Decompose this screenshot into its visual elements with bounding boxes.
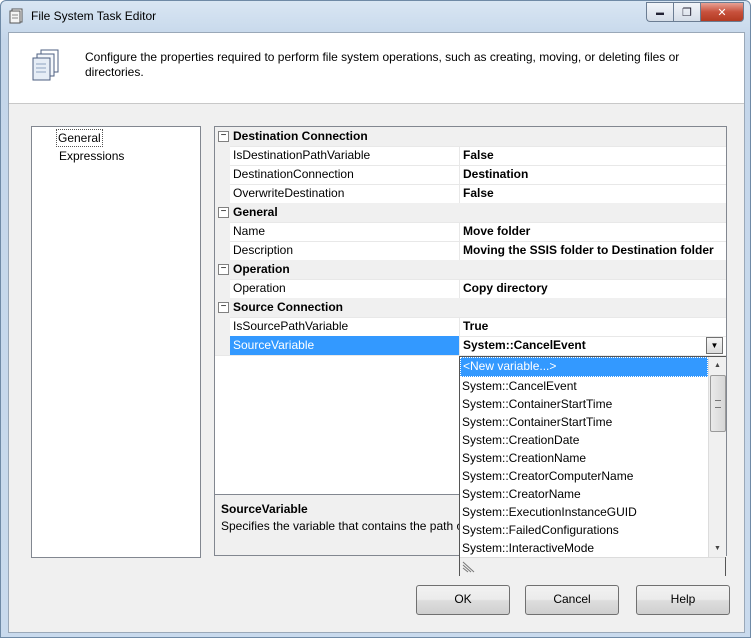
dropdown-item[interactable]: System::ContainerStartTime [460, 395, 708, 413]
source-variable-dropdown-list[interactable]: <New variable...> System::CancelEvent Sy… [459, 356, 726, 576]
collapse-icon[interactable]: − [218, 131, 229, 142]
property-row-isdestinationpathvariable[interactable]: IsDestinationPathVariable False [215, 146, 726, 166]
dropdown-item[interactable]: System::CancelEvent [460, 377, 708, 395]
nav-item-expressions[interactable]: Expressions [57, 148, 126, 164]
window-title: File System Task Editor [31, 9, 157, 23]
row-margin [215, 336, 230, 355]
resize-grip-icon[interactable] [462, 561, 476, 573]
row-margin [215, 317, 230, 336]
source-variable-combo[interactable]: System::CancelEvent [460, 336, 725, 355]
category-label: General [233, 205, 278, 219]
maximize-icon: ❐ [682, 6, 692, 19]
nav-item-general[interactable]: General [56, 129, 103, 147]
dropdown-items: <New variable...> System::CancelEvent Sy… [460, 357, 708, 557]
row-margin [215, 146, 230, 165]
resize-grip-bar[interactable] [460, 557, 725, 576]
caption-buttons: ▬ ❐ ✕ [646, 2, 744, 22]
row-margin [215, 165, 230, 184]
scroll-up-icon[interactable]: ▲ [709, 357, 726, 374]
dropdown-item[interactable]: System::InteractiveMode [460, 539, 708, 557]
header-description: Configure the properties required to per… [85, 50, 680, 79]
property-value[interactable]: Moving the SSIS folder to Destination fo… [460, 241, 725, 260]
row-margin [215, 184, 230, 203]
dialog-client-area: Configure the properties required to per… [8, 32, 745, 633]
collapse-icon[interactable]: − [218, 207, 229, 218]
scrollbar-thumb[interactable] [710, 375, 726, 432]
category-destination-connection[interactable]: − Destination Connection [215, 127, 726, 147]
property-row-name[interactable]: Name Move folder [215, 222, 726, 242]
property-row-destinationconnection[interactable]: DestinationConnection Destination [215, 165, 726, 185]
dropdown-item[interactable]: System::CreatorName [460, 485, 708, 503]
category-source-connection[interactable]: − Source Connection [215, 298, 726, 318]
title-bar[interactable]: File System Task Editor ▬ ❐ ✕ [1, 1, 750, 31]
task-document-icon [9, 8, 23, 24]
property-value[interactable]: False [460, 184, 725, 203]
minimize-button[interactable]: ▬ [646, 2, 673, 22]
property-name: OverwriteDestination [230, 184, 460, 203]
property-value[interactable]: Move folder [460, 222, 725, 241]
dropdown-item-new-variable[interactable]: <New variable...> [460, 357, 708, 377]
property-name: SourceVariable [230, 336, 460, 355]
dropdown-item[interactable]: System::FailedConfigurations [460, 521, 708, 539]
category-label: Destination Connection [233, 129, 368, 143]
row-margin [215, 279, 230, 298]
property-row-description[interactable]: Description Moving the SSIS folder to De… [215, 241, 726, 261]
property-value[interactable]: False [460, 146, 725, 165]
property-name: Description [230, 241, 460, 260]
file-system-task-icon [32, 49, 59, 81]
thumb-grip-icon [715, 400, 721, 408]
property-name: Name [230, 222, 460, 241]
category-operation[interactable]: − Operation [215, 260, 726, 280]
navigation-pane: General Expressions [31, 126, 201, 558]
help-button[interactable]: Help [636, 585, 730, 615]
ok-button[interactable]: OK [416, 585, 510, 615]
close-button[interactable]: ✕ [700, 2, 744, 22]
close-icon: ✕ [717, 6, 727, 19]
dropdown-item[interactable]: System::CreationName [460, 449, 708, 467]
property-name: IsDestinationPathVariable [230, 146, 460, 165]
property-name: DestinationConnection [230, 165, 460, 184]
dropdown-item[interactable]: System::ExecutionInstanceGUID [460, 503, 708, 521]
property-name: IsSourcePathVariable [230, 317, 460, 336]
cancel-button[interactable]: Cancel [525, 585, 619, 615]
maximize-button[interactable]: ❐ [673, 2, 700, 22]
category-general[interactable]: − General [215, 203, 726, 223]
dropdown-item[interactable]: System::CreatorComputerName [460, 467, 708, 485]
property-value[interactable]: Copy directory [460, 279, 725, 298]
scroll-down-icon[interactable]: ▼ [709, 540, 726, 557]
category-label: Source Connection [233, 300, 344, 314]
file-system-task-editor-window: File System Task Editor ▬ ❐ ✕ Configure … [0, 0, 751, 638]
collapse-icon[interactable]: − [218, 302, 229, 313]
header-banner: Configure the properties required to per… [9, 33, 744, 104]
property-row-overwritedestination[interactable]: OverwriteDestination False [215, 184, 726, 204]
dropdown-item[interactable]: System::ContainerStartTime [460, 413, 708, 431]
property-row-sourcevariable[interactable]: SourceVariable System::CancelEvent ▼ [215, 336, 726, 356]
description-text: Specifies the variable that contains the… [221, 519, 464, 533]
property-row-operation[interactable]: Operation Copy directory [215, 279, 726, 299]
row-margin [215, 241, 230, 260]
description-title: SourceVariable [221, 502, 308, 516]
dropdown-item[interactable]: System::CreationDate [460, 431, 708, 449]
category-label: Operation [233, 262, 290, 276]
collapse-icon[interactable]: − [218, 264, 229, 275]
vertical-scrollbar[interactable]: ▲ ▼ [708, 357, 726, 557]
property-value[interactable]: Destination [460, 165, 725, 184]
minimize-icon: ▬ [656, 7, 664, 17]
property-value[interactable]: True [460, 317, 725, 336]
property-name: Operation [230, 279, 460, 298]
dropdown-arrow-icon[interactable]: ▼ [706, 337, 723, 354]
property-row-issourcepathvariable[interactable]: IsSourcePathVariable True [215, 317, 726, 337]
row-margin [215, 222, 230, 241]
